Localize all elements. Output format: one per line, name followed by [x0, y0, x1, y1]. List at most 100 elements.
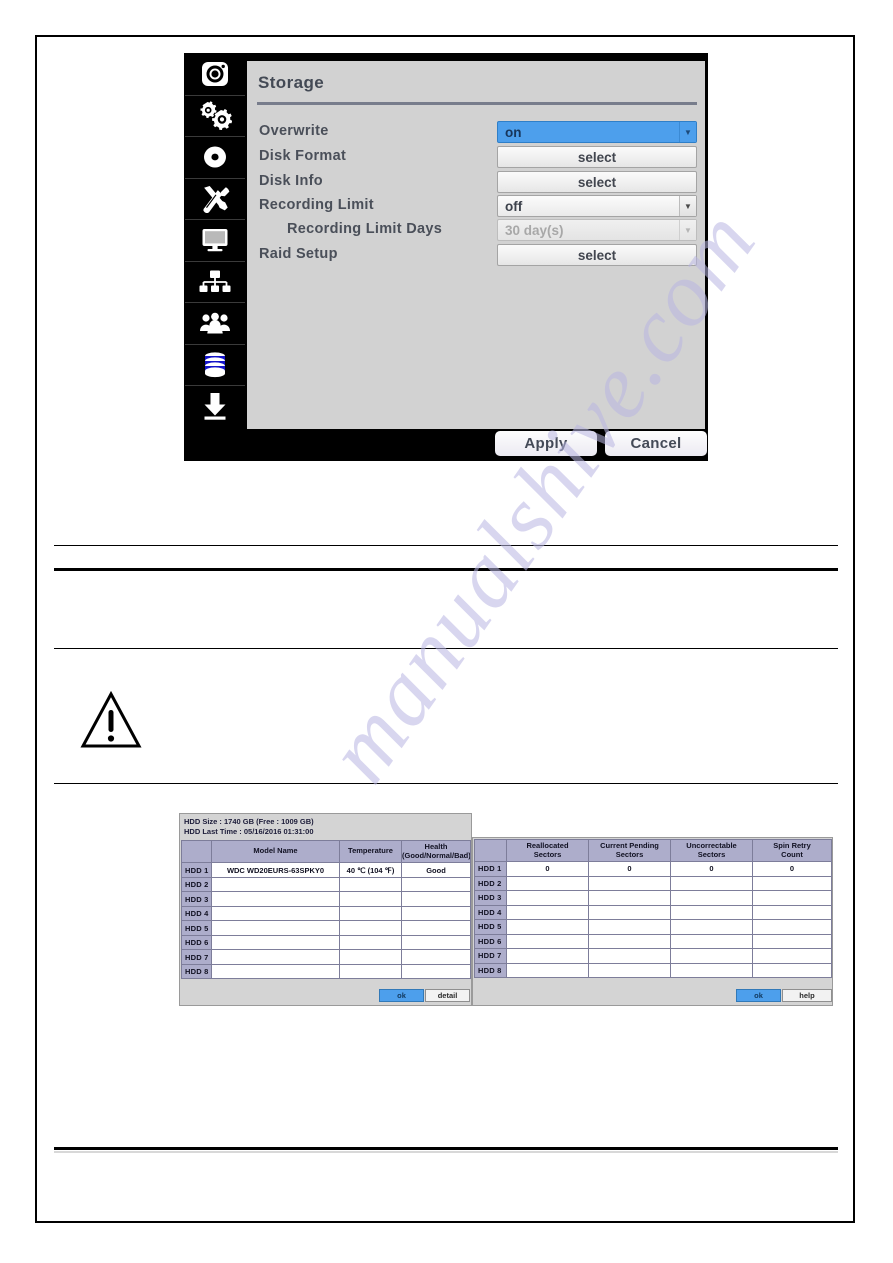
- network-icon: [199, 270, 231, 292]
- form-row-raid-setup: Raid Setup select: [247, 244, 705, 268]
- table-row[interactable]: HDD 1 0 0 0 0: [474, 861, 832, 877]
- table-row[interactable]: HDD 6: [474, 933, 832, 949]
- overwrite-select[interactable]: on ▼: [497, 121, 697, 143]
- table-row[interactable]: HDD 2: [181, 876, 471, 893]
- raid-setup-select-button[interactable]: select: [497, 244, 697, 266]
- section-rule-5-shadow: [54, 1151, 838, 1153]
- monitor-icon: [202, 229, 228, 252]
- cell-spin-retry: [752, 875, 832, 891]
- cell-uncorrectable: [670, 904, 753, 920]
- hdd-smart-panel-right: Reallocated Sectors Current Pending Sect…: [472, 837, 833, 1006]
- users-icon: [200, 312, 230, 334]
- cell-spin-retry: [752, 919, 832, 935]
- table-row[interactable]: HDD 4: [474, 904, 832, 920]
- table-row[interactable]: HDD 5: [474, 919, 832, 935]
- cell-temperature: [339, 920, 402, 936]
- recording-limit-days-select[interactable]: 30 day(s) ▼: [497, 219, 697, 241]
- chevron-down-icon: ▼: [679, 196, 696, 216]
- cell-model: [211, 934, 340, 951]
- sidebar-item-storage[interactable]: [185, 345, 245, 386]
- hdd-size-text: HDD Size : 1740 GB (Free : 1009 GB): [184, 817, 314, 826]
- system-settings-icon: [200, 100, 232, 130]
- table-row[interactable]: HDD 5: [181, 920, 471, 936]
- hdd-right-footer: ok help: [474, 987, 832, 1004]
- recording-limit-value: off: [505, 198, 523, 214]
- recording-limit-days-value: 30 day(s): [505, 222, 564, 238]
- hdd-summary: HDD Size : 1740 GB (Free : 1009 GB) HDD …: [180, 814, 471, 840]
- cancel-button[interactable]: Cancel: [605, 431, 707, 456]
- cell-model: [211, 963, 340, 980]
- sidebar-item-device[interactable]: [185, 179, 245, 220]
- col-temperature: Temperature: [339, 840, 402, 864]
- row-id: HDD 7: [181, 949, 212, 965]
- cell-temperature: [339, 876, 402, 893]
- cell-pending: [588, 875, 671, 891]
- warning-triangle-icon: [80, 690, 142, 748]
- cell-model: [211, 876, 340, 893]
- cell-health: Good: [401, 862, 471, 878]
- disk-format-select-button[interactable]: select: [497, 146, 697, 168]
- row-id: HDD 3: [181, 891, 212, 907]
- cell-reallocated: 0: [506, 861, 589, 877]
- table-row[interactable]: HDD 1 WDC WD20EURS-63SPKY0 40 ℃ (104 ℉) …: [181, 862, 471, 878]
- cell-reallocated: [506, 948, 589, 964]
- cell-health: [401, 949, 471, 965]
- form-row-disk-format: Disk Format select: [247, 146, 705, 170]
- sidebar-item-user[interactable]: [185, 303, 245, 345]
- cell-health: [401, 891, 471, 907]
- cell-uncorrectable: [670, 890, 753, 906]
- table-row[interactable]: HDD 8: [181, 963, 471, 980]
- table-row[interactable]: HDD 4: [181, 905, 471, 922]
- hdd-left-ok-button[interactable]: ok: [379, 989, 424, 1002]
- cell-temperature: [339, 891, 402, 907]
- hdd-left-detail-button[interactable]: detail: [425, 989, 470, 1002]
- table-row[interactable]: HDD 3: [474, 890, 832, 906]
- table-row[interactable]: HDD 8: [474, 962, 832, 978]
- sidebar-item-camera[interactable]: [185, 54, 245, 96]
- section-rule-5: [54, 1147, 838, 1150]
- section-rule-2: [54, 568, 838, 571]
- cell-uncorrectable: 0: [670, 861, 753, 877]
- cell-pending: [588, 904, 671, 920]
- cell-pending: [588, 890, 671, 906]
- col-reallocated-sectors: Reallocated Sectors: [506, 839, 589, 862]
- cell-pending: 0: [588, 861, 671, 877]
- cell-health: [401, 934, 471, 951]
- table-row[interactable]: HDD 7: [474, 948, 832, 964]
- cell-uncorrectable: [670, 919, 753, 935]
- sidebar-item-network[interactable]: [185, 262, 245, 303]
- table-row[interactable]: HDD 2: [474, 875, 832, 891]
- cell-pending: [588, 948, 671, 964]
- sidebar-item-record[interactable]: [185, 137, 245, 179]
- row-id: HDD 8: [474, 962, 507, 978]
- tools-icon: [203, 185, 230, 213]
- sidebar-item-backup[interactable]: [185, 386, 245, 427]
- camera-icon: [202, 62, 228, 87]
- download-icon: [204, 393, 226, 420]
- cell-spin-retry: 0: [752, 861, 832, 877]
- cell-spin-retry: [752, 962, 832, 978]
- hdd-right-ok-button[interactable]: ok: [736, 989, 781, 1002]
- sidebar-item-display[interactable]: [185, 220, 245, 262]
- chevron-down-icon: ▼: [679, 220, 696, 240]
- cell-health: [401, 920, 471, 936]
- apply-button[interactable]: Apply: [495, 431, 597, 456]
- table-row[interactable]: HDD 7: [181, 949, 471, 965]
- table-row[interactable]: HDD 6: [181, 934, 471, 951]
- hdd-right-help-button[interactable]: help: [782, 989, 832, 1002]
- col-model-name: Model Name: [211, 840, 340, 864]
- cell-pending: [588, 962, 671, 978]
- label-disk-format: Disk Format: [259, 148, 347, 164]
- col-hdd-id: [474, 839, 507, 862]
- row-id: HDD 1: [474, 861, 507, 877]
- row-id: HDD 2: [181, 876, 212, 893]
- hdd-last-time-text: HDD Last Time : 05/16/2016 01:31:00: [184, 827, 314, 837]
- cell-temperature: [339, 949, 402, 965]
- recording-limit-select[interactable]: off ▼: [497, 195, 697, 217]
- disk-info-select-button[interactable]: select: [497, 171, 697, 193]
- sidebar-item-system[interactable]: [185, 96, 245, 137]
- cell-pending: [588, 919, 671, 935]
- col-health: Health (Good/Normal/Bad): [401, 840, 471, 864]
- table-row[interactable]: HDD 3: [181, 891, 471, 907]
- cell-spin-retry: [752, 933, 832, 949]
